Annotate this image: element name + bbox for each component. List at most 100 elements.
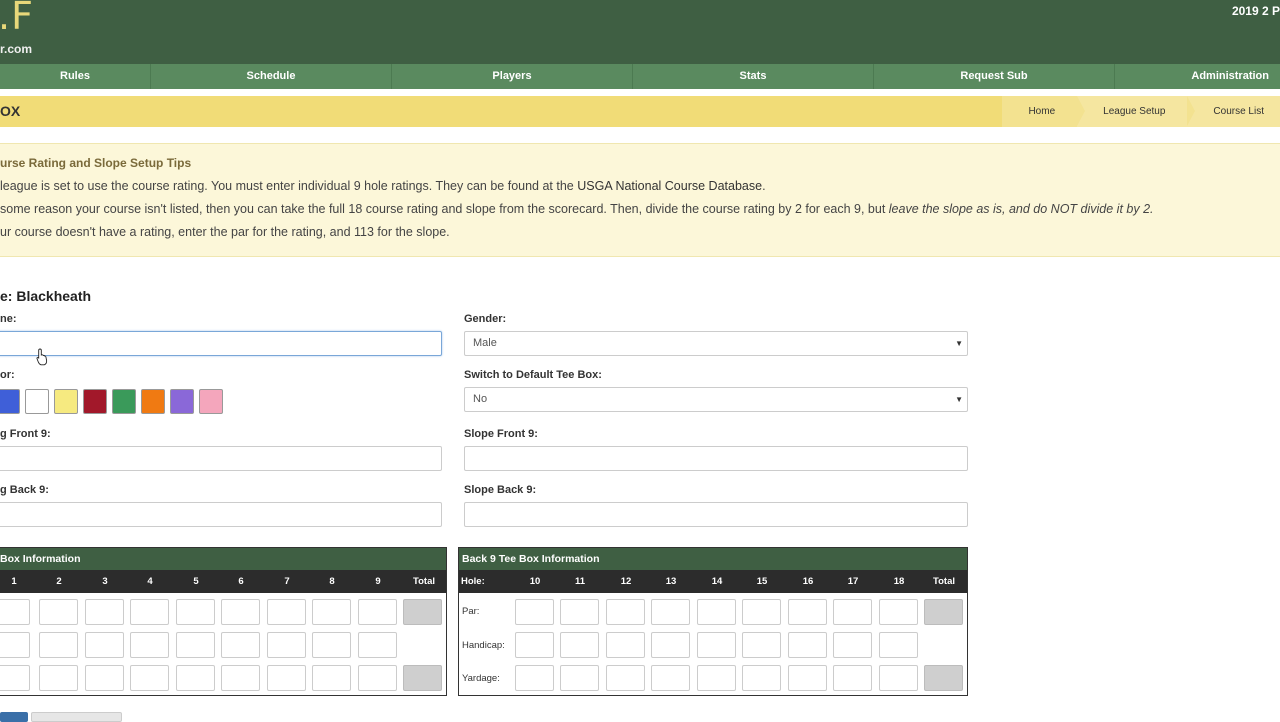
color-swatch-blue[interactable] bbox=[0, 389, 20, 414]
hole-header-16: 16 bbox=[802, 576, 814, 587]
nav-item-players[interactable]: Players bbox=[392, 64, 633, 89]
breadcrumb-home[interactable]: Home bbox=[1002, 96, 1085, 127]
yardage-input-7[interactable] bbox=[267, 665, 306, 691]
handicap-input-10[interactable] bbox=[515, 632, 554, 658]
save-button[interactable] bbox=[0, 712, 28, 722]
yardage-input-9[interactable] bbox=[358, 665, 397, 691]
cancel-button[interactable] bbox=[31, 712, 122, 722]
handicap-input-11[interactable] bbox=[560, 632, 599, 658]
site-logo[interactable]: .F bbox=[0, 0, 34, 38]
handicap-input-6[interactable] bbox=[221, 632, 260, 658]
back-nine-panel-title: Back 9 Tee Box Information bbox=[459, 548, 967, 570]
color-swatch-pink[interactable] bbox=[199, 389, 223, 414]
color-swatch-green[interactable] bbox=[112, 389, 136, 414]
nav-item-schedule[interactable]: Schedule bbox=[151, 64, 392, 89]
handicap-input-15[interactable] bbox=[742, 632, 781, 658]
breadcrumb-course-list[interactable]: Course List bbox=[1187, 96, 1280, 127]
handicap-input-13[interactable] bbox=[651, 632, 690, 658]
row-label-par: Par: bbox=[462, 606, 480, 617]
handicap-input-2[interactable] bbox=[39, 632, 78, 658]
par-input-3[interactable] bbox=[85, 599, 124, 625]
handicap-input-16[interactable] bbox=[788, 632, 827, 658]
color-swatch-red[interactable] bbox=[83, 389, 107, 414]
color-swatch-yellow[interactable] bbox=[54, 389, 78, 414]
yardage-input-2[interactable] bbox=[39, 665, 78, 691]
yardage-input-18[interactable] bbox=[879, 665, 918, 691]
handicap-input-7[interactable] bbox=[267, 632, 306, 658]
breadcrumb-league-setup[interactable]: League Setup bbox=[1077, 96, 1196, 127]
handicap-input-3[interactable] bbox=[85, 632, 124, 658]
tip-line-1: league is set to use the course rating. … bbox=[0, 179, 766, 193]
par-input-14[interactable] bbox=[697, 599, 736, 625]
color-swatch-purple[interactable] bbox=[170, 389, 194, 414]
handicap-input-14[interactable] bbox=[697, 632, 736, 658]
usga-database-link[interactable]: USGA National Course Database bbox=[577, 179, 762, 193]
yardage-input-11[interactable] bbox=[560, 665, 599, 691]
par-input-2[interactable] bbox=[39, 599, 78, 625]
yardage-input-16[interactable] bbox=[788, 665, 827, 691]
par-input-8[interactable] bbox=[312, 599, 351, 625]
yardage-input-5[interactable] bbox=[176, 665, 215, 691]
default-tee-select[interactable]: No ▼ bbox=[464, 387, 968, 412]
handicap-input-9[interactable] bbox=[358, 632, 397, 658]
par-input-5[interactable] bbox=[176, 599, 215, 625]
handicap-input-1[interactable] bbox=[0, 632, 30, 658]
gender-select-value: Male bbox=[473, 337, 497, 349]
yardage-input-10[interactable] bbox=[515, 665, 554, 691]
nav-item-administration[interactable]: Administration bbox=[1115, 64, 1280, 89]
tip-line-3: ur course doesn't have a rating, enter t… bbox=[0, 225, 450, 239]
rating-front-input[interactable] bbox=[0, 446, 442, 471]
hole-header-total: Total bbox=[413, 576, 435, 587]
par-input-18[interactable] bbox=[879, 599, 918, 625]
slope-front-label: Slope Front 9: bbox=[464, 428, 538, 440]
par-input-6[interactable] bbox=[221, 599, 260, 625]
yardage-input-3[interactable] bbox=[85, 665, 124, 691]
rating-back-input[interactable] bbox=[0, 502, 442, 527]
handicap-input-18[interactable] bbox=[879, 632, 918, 658]
par-input-10[interactable] bbox=[515, 599, 554, 625]
yardage-input-13[interactable] bbox=[651, 665, 690, 691]
slope-front-input[interactable] bbox=[464, 446, 968, 471]
handicap-input-17[interactable] bbox=[833, 632, 872, 658]
nav-item-rules[interactable]: Rules bbox=[0, 64, 151, 89]
par-input-13[interactable] bbox=[651, 599, 690, 625]
yardage-input-6[interactable] bbox=[221, 665, 260, 691]
par-input-4[interactable] bbox=[130, 599, 169, 625]
hole-header-2: 2 bbox=[56, 576, 62, 587]
par-input-1[interactable] bbox=[0, 599, 30, 625]
par-input-9[interactable] bbox=[358, 599, 397, 625]
par-input-15[interactable] bbox=[742, 599, 781, 625]
handicap-input-12[interactable] bbox=[606, 632, 645, 658]
par-input-7[interactable] bbox=[267, 599, 306, 625]
rating-front-label: g Front 9: bbox=[0, 428, 51, 440]
par-input-11[interactable] bbox=[560, 599, 599, 625]
tee-name-input[interactable] bbox=[0, 331, 442, 356]
par-input-12[interactable] bbox=[606, 599, 645, 625]
yardage-input-14[interactable] bbox=[697, 665, 736, 691]
yardage-input-17[interactable] bbox=[833, 665, 872, 691]
handicap-input-5[interactable] bbox=[176, 632, 215, 658]
hole-header-17: 17 bbox=[847, 576, 859, 587]
yardage-input-8[interactable] bbox=[312, 665, 351, 691]
gender-select[interactable]: Male ▼ bbox=[464, 331, 968, 356]
handicap-input-8[interactable] bbox=[312, 632, 351, 658]
par-input-16[interactable] bbox=[788, 599, 827, 625]
yardage-input-4[interactable] bbox=[130, 665, 169, 691]
tee-color-label: or: bbox=[0, 369, 15, 381]
season-label: 2019 2 P bbox=[1231, 4, 1280, 18]
nav-item-request-sub[interactable]: Request Sub bbox=[874, 64, 1115, 89]
hole-header-13: 13 bbox=[665, 576, 677, 587]
nav-item-stats[interactable]: Stats bbox=[633, 64, 874, 89]
color-swatch-orange[interactable] bbox=[141, 389, 165, 414]
hole-header-3: 3 bbox=[102, 576, 108, 587]
par-input-17[interactable] bbox=[833, 599, 872, 625]
color-swatch-white[interactable] bbox=[25, 389, 49, 414]
yardage-input-12[interactable] bbox=[606, 665, 645, 691]
yardage-input-15[interactable] bbox=[742, 665, 781, 691]
slope-back-input[interactable] bbox=[464, 502, 968, 527]
chevron-down-icon: ▼ bbox=[955, 339, 963, 348]
tee-name-label: ne: bbox=[0, 313, 17, 325]
yardage-input-1[interactable] bbox=[0, 665, 30, 691]
handicap-input-4[interactable] bbox=[130, 632, 169, 658]
yardage-total-back bbox=[924, 665, 963, 691]
